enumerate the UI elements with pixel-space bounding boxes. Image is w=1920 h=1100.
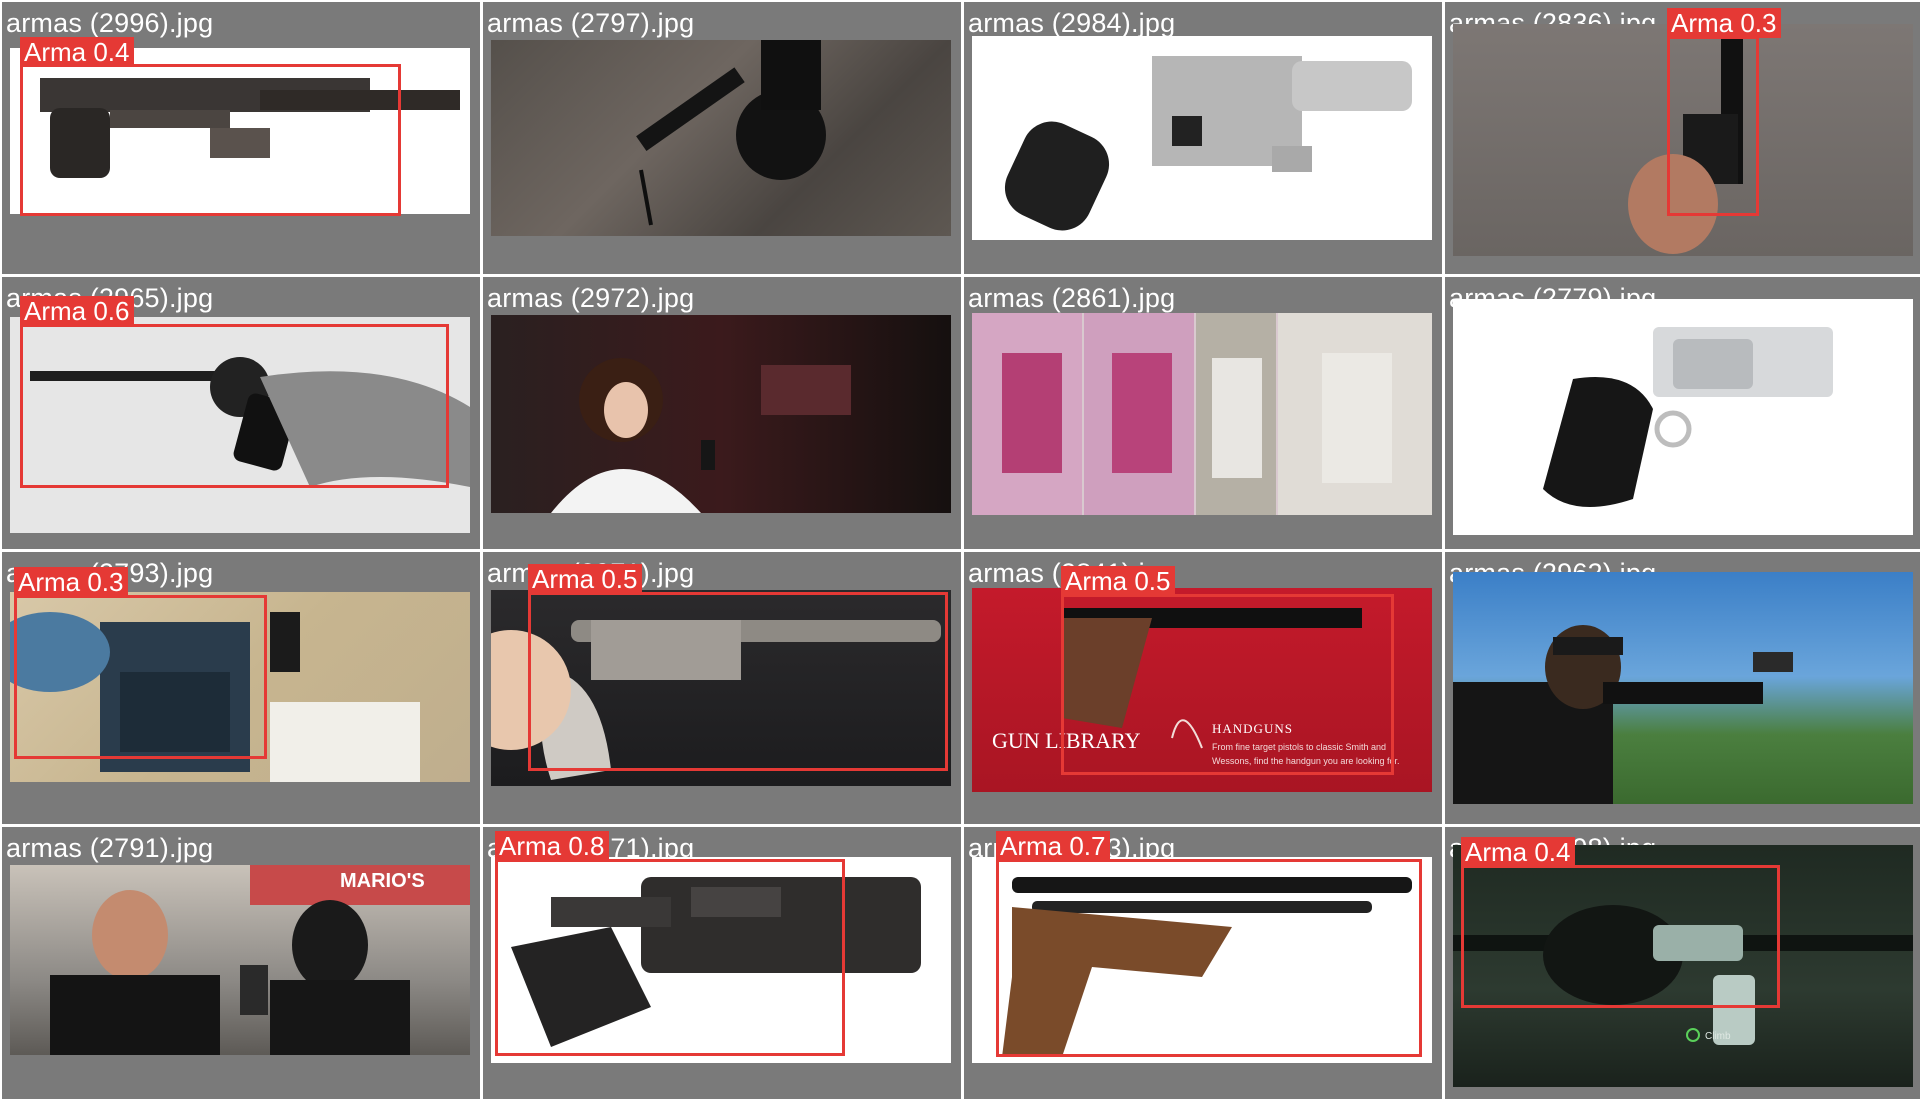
- detection-box: [528, 592, 948, 771]
- detection-label: Arma 0.4: [20, 37, 134, 67]
- result-cell[interactable]: armas (2793).jpg Arma 0.3: [2, 552, 480, 824]
- cell-filename: armas (2861).jpg: [968, 283, 1176, 313]
- detection-label: Arma 0.3: [14, 567, 128, 597]
- detection-label: Arma 0.6: [20, 296, 134, 326]
- result-cell[interactable]: armas (2965).jpg Arma 0.6: [2, 277, 480, 549]
- detection-box: [20, 324, 449, 488]
- result-cell[interactable]: armas (2823).jpg BROCOCK Arma 0.7: [964, 827, 1442, 1099]
- result-cell[interactable]: armas (2779).jpg: [1445, 277, 1920, 549]
- detection-box: [996, 859, 1422, 1057]
- weapon-image: [972, 313, 1432, 515]
- weapon-image: [491, 40, 951, 236]
- result-cell[interactable]: armas (2962).jpg: [1445, 552, 1920, 824]
- weapon-image: [491, 315, 951, 513]
- detection-label: Arma 0.5: [528, 564, 642, 594]
- result-cell[interactable]: armas (2871).jpg Arma 0.8: [483, 827, 961, 1099]
- cell-filename: armas (2791).jpg: [6, 833, 214, 863]
- cell-filename: armas (2996).jpg: [6, 8, 214, 38]
- movie-scene-icon: [551, 358, 851, 513]
- detection-box: [1667, 36, 1759, 216]
- result-cell[interactable]: armas (2972).jpg: [483, 277, 961, 549]
- detection-box: [1061, 594, 1394, 775]
- result-cell[interactable]: armas (2836).jpg Arma 0.3: [1445, 2, 1920, 274]
- result-cell[interactable]: armas (2841).jpg GUN LIBRARY HANDGUNS Fr…: [964, 552, 1442, 824]
- detection-label: Arma 0.5: [1061, 566, 1175, 596]
- gloved-hand-blaster-icon: [636, 40, 826, 226]
- blaster-pistol-icon: [1004, 56, 1412, 231]
- result-cell[interactable]: armas (2996).jpg Arma 0.4: [2, 2, 480, 274]
- result-cell[interactable]: armas (2791).jpg MARIO'S: [2, 827, 480, 1099]
- result-grid: armas (2996).jpg Arma 0.4 armas (2797).j…: [0, 0, 1920, 1100]
- detection-box: [1461, 865, 1780, 1008]
- cell-filename: armas (2984).jpg: [968, 8, 1176, 38]
- weapon-image: [1453, 572, 1913, 804]
- detection-box: [495, 859, 845, 1056]
- silver-revolver-icon: [1543, 327, 1833, 507]
- shooter-outdoor-icon: [1453, 625, 1793, 804]
- result-cell[interactable]: armas (2898).jpg Climb Arma 0.4: [1445, 827, 1920, 1099]
- weapon-image: MARIO'S: [10, 865, 470, 1055]
- game-prompt: Climb: [1705, 1031, 1731, 1042]
- storefront-sign: MARIO'S: [340, 870, 425, 892]
- result-cell[interactable]: armas (2984).jpg: [964, 2, 1442, 274]
- weapon-image: [1453, 299, 1913, 535]
- detection-box: [14, 595, 267, 759]
- surveillance-frames-icon: [972, 313, 1432, 515]
- detection-label: Arma 0.7: [996, 831, 1110, 861]
- result-cell[interactable]: armas (2861).jpg: [964, 277, 1442, 549]
- weapon-image: [972, 36, 1432, 240]
- cell-filename: armas (2972).jpg: [487, 283, 695, 313]
- result-cell[interactable]: armas (2971).jpg Arma 0.5: [483, 552, 961, 824]
- cell-filename: armas (2797).jpg: [487, 8, 695, 38]
- detection-box: [20, 64, 401, 216]
- result-cell[interactable]: armas (2797).jpg: [483, 2, 961, 274]
- detection-label: Arma 0.8: [495, 831, 609, 861]
- detection-label: Arma 0.4: [1461, 837, 1575, 867]
- two-men-scene-icon: MARIO'S: [50, 865, 470, 1055]
- detection-label: Arma 0.3: [1667, 8, 1781, 38]
